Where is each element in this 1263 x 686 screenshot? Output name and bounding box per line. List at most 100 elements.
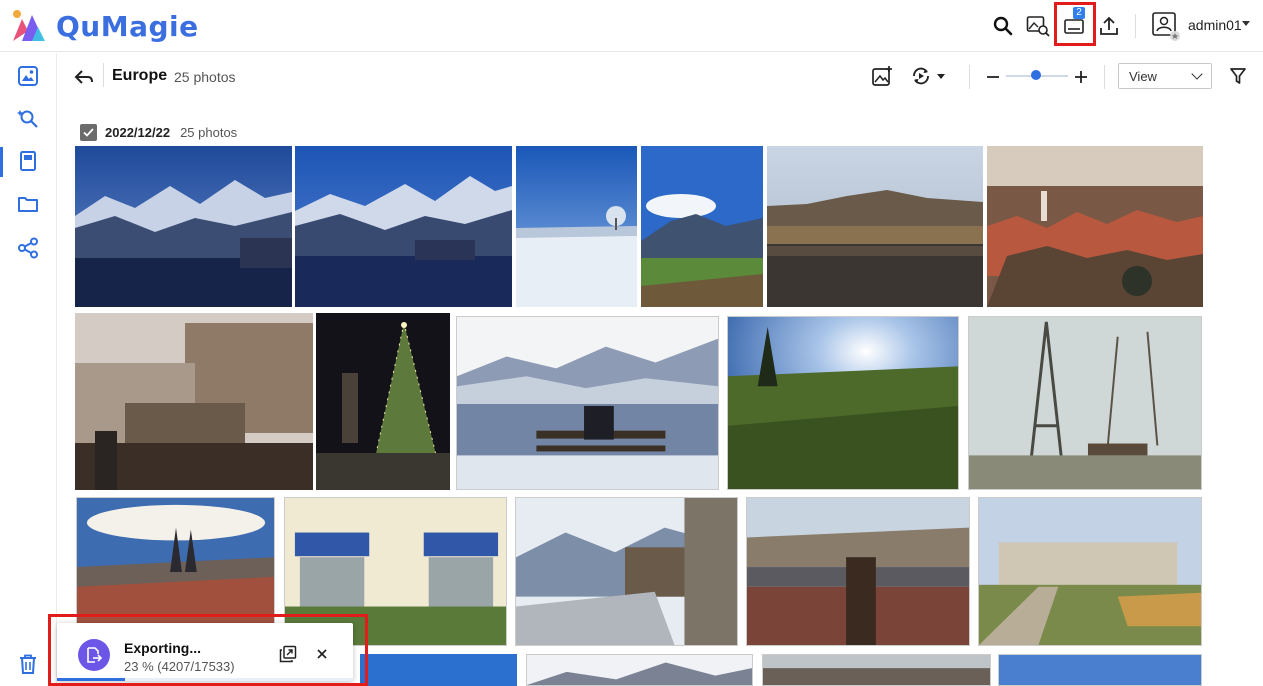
photo-thumbnail[interactable] <box>75 313 313 490</box>
username[interactable]: admin01 <box>1188 17 1242 33</box>
photo-thumbnail[interactable] <box>316 313 450 490</box>
zoom-slider-handle[interactable] <box>1031 70 1041 80</box>
group-date: 2022/12/22 <box>105 124 171 140</box>
photo-christmas-tree <box>316 313 450 490</box>
export-title: Exporting... <box>124 640 201 656</box>
photo-city-river <box>767 146 983 307</box>
divider <box>969 65 970 89</box>
photo-thumbnail[interactable] <box>968 316 1202 490</box>
sidebar-item-photos[interactable] <box>14 62 42 90</box>
photo-sky <box>999 655 1201 685</box>
album-photo-count: 25 photos <box>174 69 236 85</box>
sidebar-item-smart-album[interactable] <box>14 104 42 132</box>
smart-album-icon <box>17 110 38 128</box>
background-tasks-button[interactable]: 2 <box>1060 7 1088 40</box>
filter-icon <box>1230 68 1246 84</box>
user-menu-caret-icon[interactable] <box>1242 21 1250 26</box>
notification-badge: 2 <box>1073 7 1085 19</box>
export-icon <box>78 639 110 671</box>
upload-icon <box>1100 16 1118 35</box>
photo-thumbnail[interactable] <box>360 654 517 686</box>
album-header: Europe 25 photos View <box>58 53 1263 99</box>
photo-thumbnail[interactable] <box>727 316 959 490</box>
upload-button[interactable] <box>1095 12 1123 40</box>
albums-icon <box>20 151 36 171</box>
photo-snow-field <box>516 146 637 307</box>
filter-button[interactable] <box>1224 62 1252 90</box>
checkmark-icon <box>83 127 94 137</box>
photo-bridge-railing <box>763 655 990 685</box>
photo-thumbnail[interactable] <box>456 316 719 490</box>
add-photos-button[interactable] <box>868 62 896 90</box>
photo-thumbnail[interactable] <box>515 497 738 646</box>
photo-thumbnail[interactable] <box>762 654 991 686</box>
close-toast-button[interactable] <box>313 645 331 663</box>
export-progress-fill <box>57 678 126 681</box>
chevron-down-icon <box>1191 68 1203 80</box>
slideshow-icon <box>913 67 945 85</box>
photo-blue-sky <box>360 654 517 686</box>
photo-palace-garden <box>979 498 1201 645</box>
user-icon <box>1152 12 1180 41</box>
export-progress-track <box>57 678 353 681</box>
search-icon <box>993 16 1013 36</box>
photo-thumbnail[interactable] <box>75 146 292 307</box>
export-toast: Exporting... 23 % (4207/17533) <box>57 623 353 681</box>
photo-thumbnail[interactable] <box>295 146 512 307</box>
app-name: QuMagie <box>56 9 199 43</box>
minus-icon <box>987 76 999 78</box>
photo-thumbnail[interactable] <box>998 654 1202 686</box>
sidebar-active-indicator <box>0 147 3 177</box>
photo-thumbnail[interactable] <box>978 497 1202 646</box>
photo-sunny-meadow <box>728 317 958 489</box>
select-group-checkbox[interactable] <box>80 123 97 141</box>
photo-bench-lake <box>457 317 718 489</box>
photo-old-town-roofs <box>987 146 1203 307</box>
sidebar <box>0 53 57 686</box>
open-in-window-icon <box>279 645 297 663</box>
back-button[interactable] <box>72 65 96 89</box>
photo-thumbnail[interactable] <box>516 146 637 307</box>
photo-castle-bridge <box>75 313 313 490</box>
image-search-icon <box>1026 16 1050 37</box>
zoom-out-button[interactable] <box>984 63 1002 91</box>
add-image-icon <box>872 66 892 86</box>
photo-thumbnail[interactable] <box>987 146 1203 307</box>
view-select[interactable]: View <box>1118 63 1212 89</box>
user-avatar-button[interactable] <box>1150 10 1182 42</box>
photo-thumbnail[interactable] <box>746 497 970 646</box>
photo-thumbnail[interactable] <box>641 146 763 307</box>
back-arrow-icon <box>74 70 93 84</box>
qumagie-logo-icon <box>13 10 45 41</box>
photo-love-locks <box>747 498 969 645</box>
photo-village-path <box>516 498 737 645</box>
slideshow-menu-button[interactable] <box>908 62 952 90</box>
image-search-button[interactable] <box>1024 12 1052 40</box>
photos-icon <box>18 66 38 86</box>
close-icon <box>317 649 327 659</box>
top-bar: QuMagie 2 admin01 <box>0 0 1263 52</box>
photo-thumbnail[interactable] <box>767 146 983 307</box>
photo-mountain-range <box>527 655 752 685</box>
open-task-button[interactable] <box>279 645 297 663</box>
date-group-header: 2022/12/22 25 photos <box>80 123 237 141</box>
zoom-in-button[interactable] <box>1072 63 1090 91</box>
background-tasks-icon <box>1064 19 1084 34</box>
photo-green-valley <box>641 146 763 307</box>
sidebar-item-albums[interactable] <box>14 147 42 175</box>
photo-eiffel-tower <box>969 317 1201 489</box>
photo-lake-mountains <box>295 146 512 307</box>
folder-icon <box>18 197 38 212</box>
photo-thumbnail[interactable] <box>526 654 753 686</box>
view-select-label: View <box>1129 69 1157 84</box>
photo-lake-mountains <box>75 146 292 307</box>
sidebar-item-share[interactable] <box>14 234 42 262</box>
search-button[interactable] <box>989 12 1017 40</box>
plus-icon <box>1075 71 1087 83</box>
sidebar-item-trash[interactable] <box>14 650 42 678</box>
app-logo[interactable]: QuMagie <box>10 9 199 43</box>
sidebar-item-folders[interactable] <box>14 190 42 218</box>
group-photo-count: 25 photos <box>180 124 238 140</box>
divider <box>1135 14 1136 38</box>
export-progress-text: 23 % (4207/17533) <box>124 659 235 674</box>
